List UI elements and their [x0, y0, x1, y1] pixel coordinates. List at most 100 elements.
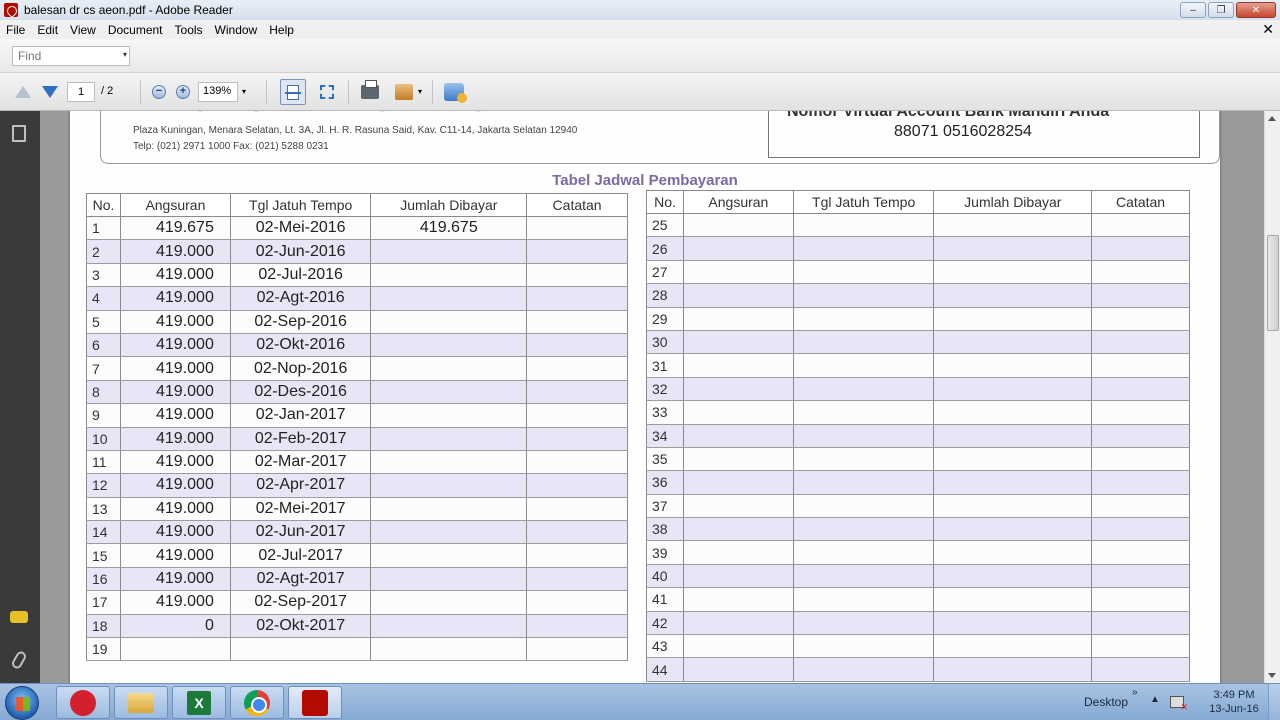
- taskbar-adobe-reader[interactable]: [288, 686, 342, 719]
- minimize-button[interactable]: –: [1180, 2, 1206, 18]
- table-header-row: No. Angsuran Tgl Jatuh Tempo Jumlah Diba…: [646, 190, 1190, 214]
- taskbar: X Desktop » ▲ 3:49 PM 13-Jun-16: [0, 683, 1280, 720]
- zoom-in-button[interactable]: +: [172, 81, 194, 103]
- table-cell-catatan: [526, 427, 628, 451]
- table-cell-no: 6: [86, 333, 121, 358]
- table-cell-angsuran: [682, 517, 794, 542]
- table-row: 1 419.675 02-Mei-2016 419.675: [86, 216, 628, 241]
- table-cell-catatan: [1091, 470, 1190, 495]
- table-cell-angsuran: [682, 330, 794, 355]
- taskbar-excel[interactable]: X: [172, 686, 226, 719]
- table-cell-tgl: [792, 611, 935, 636]
- table-cell-angsuran: 419.000: [119, 263, 231, 288]
- find-input[interactable]: Find ▾: [12, 46, 130, 66]
- table-cell-jumlah: [933, 353, 1093, 378]
- table-cell-catatan: [526, 520, 628, 545]
- share-button[interactable]: [393, 81, 415, 103]
- vertical-scrollbar[interactable]: [1264, 111, 1280, 683]
- previous-page-button[interactable]: [12, 81, 34, 103]
- find-dropdown-icon[interactable]: ▾: [123, 50, 127, 59]
- table-cell-tgl: [792, 564, 935, 589]
- fit-page-button[interactable]: [316, 81, 338, 103]
- menu-bar: File Edit View Document Tools Window Hel…: [0, 20, 1280, 39]
- table-cell-catatan: [1091, 236, 1190, 261]
- fit-width-button[interactable]: [280, 79, 306, 105]
- table-cell-catatan: [526, 216, 628, 241]
- table-cell-catatan: [526, 356, 628, 381]
- table-cell-angsuran: [682, 236, 794, 261]
- table-cell-tgl: [792, 236, 935, 261]
- chevron-icon[interactable]: »: [1132, 687, 1138, 698]
- taskbar-chrome[interactable]: [230, 686, 284, 719]
- table-cell-jumlah: [370, 543, 528, 568]
- show-hidden-icons[interactable]: ▲: [1150, 694, 1160, 705]
- show-desktop-button[interactable]: [1268, 684, 1280, 720]
- table-cell-tgl: 02-Jul-2017: [229, 543, 372, 568]
- close-document-icon[interactable]: ✕: [1262, 21, 1274, 38]
- table-cell-tgl: 02-Mei-2017: [229, 497, 372, 522]
- maximize-button[interactable]: ❐: [1208, 2, 1234, 18]
- taskbar-autocad[interactable]: [56, 686, 110, 719]
- table-cell-jumlah: [370, 637, 528, 662]
- arrow-up-icon: [15, 86, 31, 98]
- attachment-icon[interactable]: [10, 649, 28, 671]
- share-icon: [395, 84, 413, 100]
- menu-document[interactable]: Document: [102, 23, 169, 37]
- table-row: 36: [646, 470, 1190, 495]
- scroll-down-icon[interactable]: [1268, 673, 1276, 678]
- clock[interactable]: 3:49 PM 13-Jun-16: [1206, 688, 1262, 716]
- table-cell-no: 17: [86, 590, 121, 615]
- table-header-row: No. Angsuran Tgl Jatuh Tempo Jumlah Diba…: [86, 193, 628, 217]
- table-cell-no: 11: [86, 450, 121, 475]
- share-dropdown-icon[interactable]: ▾: [418, 87, 422, 96]
- table-cell-jumlah: [933, 470, 1093, 495]
- column-header-tgl: Tgl Jatuh Tempo: [792, 190, 935, 214]
- menu-file[interactable]: File: [0, 23, 31, 37]
- table-cell-catatan: [526, 403, 628, 428]
- table-row: 31: [646, 353, 1190, 378]
- next-page-button[interactable]: [39, 81, 61, 103]
- table-cell-catatan: [526, 263, 628, 288]
- column-header-tgl: Tgl Jatuh Tempo: [229, 193, 372, 217]
- table-cell-no: 35: [646, 447, 684, 472]
- page-number-input[interactable]: 1: [67, 82, 95, 102]
- menu-view[interactable]: View: [64, 23, 102, 37]
- company-phone: Telp: (021) 2971 1000 Fax: (021) 5288 02…: [133, 141, 329, 152]
- close-button[interactable]: ✕: [1236, 2, 1276, 18]
- comment-icon[interactable]: [10, 611, 28, 623]
- zoom-dropdown-icon[interactable]: ▾: [242, 87, 246, 96]
- table-cell-tgl: [792, 213, 935, 238]
- table-cell-tgl: 02-Okt-2017: [229, 614, 372, 639]
- table-cell-angsuran: [682, 400, 794, 425]
- pages-icon[interactable]: [12, 125, 26, 142]
- table-row: 19: [86, 637, 628, 662]
- print-button[interactable]: [359, 80, 381, 103]
- menu-tools[interactable]: Tools: [169, 23, 209, 37]
- table-row: 26: [646, 236, 1190, 261]
- start-button[interactable]: [5, 686, 39, 720]
- menu-edit[interactable]: Edit: [31, 23, 64, 37]
- table-cell-angsuran: 419.000: [119, 286, 231, 311]
- table-cell-no: 15: [86, 543, 121, 568]
- zoom-level-input[interactable]: 139%: [198, 82, 238, 102]
- table-row: 30: [646, 330, 1190, 355]
- table-cell-tgl: 02-Okt-2016: [229, 333, 372, 358]
- network-icon[interactable]: [1170, 696, 1188, 713]
- collaborate-button[interactable]: [443, 81, 467, 103]
- table-cell-tgl: 02-Sep-2017: [229, 590, 372, 615]
- menu-help[interactable]: Help: [263, 23, 300, 37]
- table-cell-no: 14: [86, 520, 121, 545]
- desktop-toolbar-label[interactable]: Desktop: [1084, 695, 1128, 709]
- menu-window[interactable]: Window: [209, 23, 264, 37]
- page-total: / 2: [101, 85, 114, 97]
- table-row: 28: [646, 283, 1190, 308]
- table-cell-no: 7: [86, 356, 121, 381]
- scrollbar-thumb[interactable]: [1267, 235, 1279, 331]
- document-viewer[interactable]: aeon AEON CREDIT SERVICE Plaza Kuningan,…: [40, 111, 1264, 683]
- zoom-out-button[interactable]: −: [148, 81, 170, 103]
- table-cell-catatan: [526, 239, 628, 264]
- table-cell-jumlah: [933, 307, 1093, 331]
- table-cell-catatan: [1091, 611, 1190, 636]
- scroll-up-icon[interactable]: [1268, 116, 1276, 121]
- taskbar-explorer[interactable]: [114, 686, 168, 719]
